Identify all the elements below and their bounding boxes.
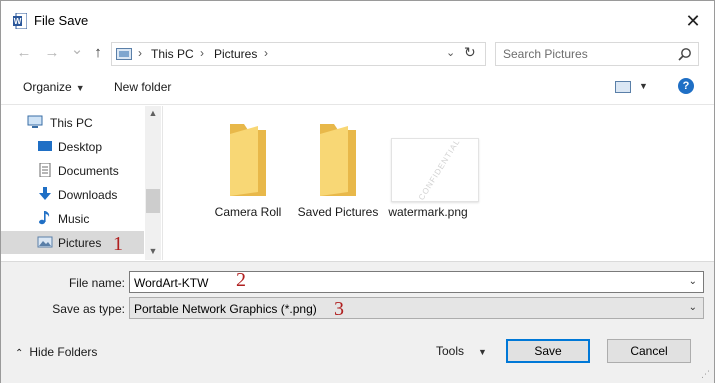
callout-number: 2 [236,269,246,291]
navigation-pane: This PC Desktop Documents Downloads Musi… [1,106,162,261]
folder-icon [230,124,266,196]
sidebar-item-music[interactable]: Music [1,207,144,230]
organize-label: Organize [23,80,72,94]
up-arrow-icon[interactable]: ↑ [89,44,107,62]
sidebar-item-label: Music [58,212,90,226]
new-folder-button[interactable]: New folder [114,80,171,94]
save-as-type-select[interactable]: Portable Network Graphics (*.png) ⌄ [129,297,704,319]
hide-folders-button[interactable]: ⌃ Hide Folders [15,345,97,359]
search-input[interactable] [503,46,673,62]
search-icon[interactable] [678,47,692,61]
search-box[interactable] [495,42,699,66]
resize-grip-icon[interactable]: ⋰ [701,369,710,380]
breadcrumb-separator: › [138,46,142,60]
back-arrow-icon[interactable]: ← [15,44,33,62]
computer-icon [27,115,43,128]
sidebar-item-label: Documents [58,164,119,178]
tools-menu[interactable]: Tools ▼ [436,344,487,358]
folder-icon [320,124,356,196]
sidebar-item-documents[interactable]: Documents [1,159,144,182]
address-bar[interactable]: › This PC › Pictures › [111,42,486,66]
callout-number: 3 [334,298,344,320]
pictures-icon [37,236,53,248]
callout-number: 1 [113,233,123,255]
change-view-icon[interactable] [615,81,631,93]
sidebar-item-this-pc[interactable]: This PC [1,111,144,134]
tools-label: Tools [436,344,465,358]
sidebar-item-desktop[interactable]: Desktop [1,135,144,158]
chevron-down-icon[interactable]: ⌄ [689,276,697,287]
scrollbar-thumb[interactable] [146,189,160,213]
svg-text:W: W [14,17,22,26]
scroll-up-icon[interactable]: ▲ [145,108,161,118]
file-item-watermark[interactable]: CONFIDENTIAL watermark.png [373,110,483,230]
file-name-label: watermark.png [388,205,468,219]
nav-scrollbar[interactable]: ▲ ▼ [145,106,161,260]
chevron-down-icon[interactable]: ⌄ [689,302,697,313]
word-app-icon: W [13,13,27,29]
sidebar-item-label: Downloads [58,188,118,202]
image-thumbnail: CONFIDENTIAL [391,138,479,202]
documents-icon [39,163,51,177]
file-name-input[interactable] [134,275,674,290]
title-bar: W File Save ✕ [1,1,714,39]
save-as-type-label: Save as type: [52,302,125,316]
view-options-caret-icon[interactable]: ▼ [639,81,648,91]
file-save-dialog: W File Save ✕ ← → ⌄ ↑ › This PC › Pictur… [0,0,715,383]
breadcrumb-this-pc[interactable]: This PC [151,47,194,61]
recent-locations-icon[interactable]: ⌄ [68,41,86,59]
caret-down-icon: ▼ [478,347,487,357]
breadcrumb-pictures[interactable]: Pictures [214,47,257,61]
refresh-icon[interactable]: ↻ [464,44,476,61]
help-icon[interactable]: ? [678,78,694,94]
this-pc-icon [116,48,132,60]
command-bar: Organize ▼ New folder [1,71,714,105]
hide-folders-label: Hide Folders [29,345,98,359]
sidebar-item-label: This PC [50,116,93,130]
chevron-up-icon: ⌃ [15,348,24,359]
desktop-icon [38,141,52,151]
music-icon [39,211,50,225]
sidebar-item-downloads[interactable]: Downloads [1,183,144,206]
caret-down-icon: ▼ [75,83,85,93]
window-title: File Save [34,13,89,28]
forward-arrow-icon[interactable]: → [43,44,61,62]
address-dropdown-icon[interactable]: ⌄ [446,46,455,59]
sidebar-item-label: Pictures [58,236,102,250]
file-name-field[interactable]: ⌄ [129,271,704,293]
save-as-type-value: Portable Network Graphics (*.png) [134,302,317,316]
thumbnail-watermark-text: CONFIDENTIAL [416,138,462,202]
organize-menu[interactable]: Organize ▼ [23,80,85,94]
sidebar-item-label: Desktop [58,140,103,154]
save-button[interactable]: Save [506,339,590,363]
downloads-icon [39,187,51,200]
cancel-button[interactable]: Cancel [607,339,691,363]
breadcrumb-separator: › [200,46,204,60]
close-icon[interactable]: ✕ [681,9,705,33]
file-name-field-label: File name: [68,276,125,290]
scroll-down-icon[interactable]: ▼ [145,246,161,256]
file-list: Camera Roll Saved Pictures CONFIDENTIAL … [163,106,714,260]
breadcrumb-separator: › [264,46,268,60]
